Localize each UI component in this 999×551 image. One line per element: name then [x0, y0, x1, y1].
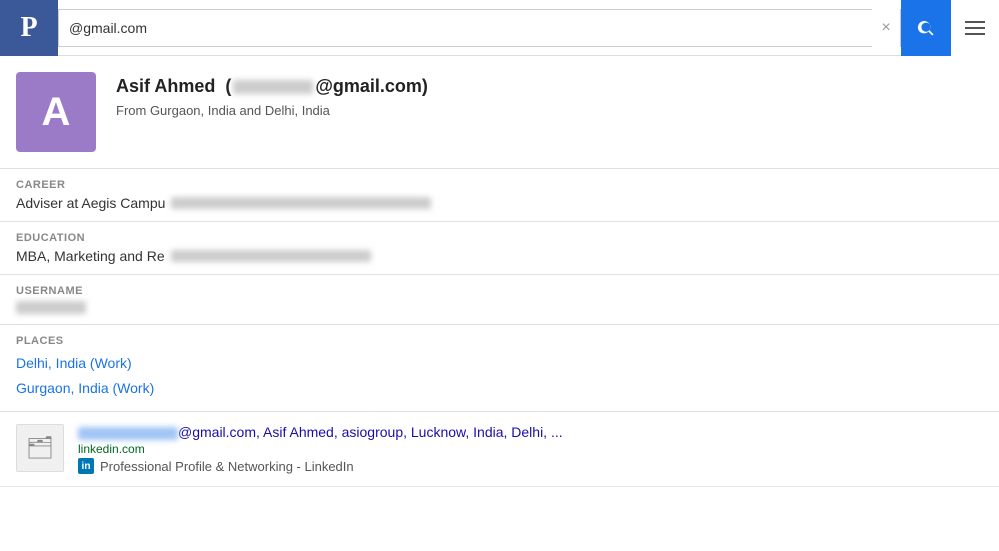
profile-info: Asif Ahmed (@gmail.com) From Gurgaon, In… — [116, 72, 983, 118]
career-blurred — [171, 197, 431, 209]
profile-section: A Asif Ahmed (@gmail.com) From Gurgaon, … — [0, 56, 999, 169]
education-value: MBA, Marketing and Re — [16, 248, 983, 264]
career-section: CAREER Adviser at Aegis Campu — [0, 169, 999, 222]
result-title[interactable]: @gmail.com, Asif Ahmed, asiogroup, Luckn… — [78, 424, 983, 440]
briefcase-icon: 🗂 — [26, 435, 54, 461]
clear-button[interactable]: × — [872, 9, 900, 47]
logo: P — [0, 0, 58, 56]
linkedin-logo: in — [78, 458, 94, 474]
logo-letter: P — [20, 12, 37, 44]
education-blurred — [171, 250, 371, 262]
result-email-blurred — [78, 427, 178, 440]
result-meta: in Professional Profile & Networking - L… — [78, 458, 983, 474]
education-label: EDUCATION — [16, 232, 983, 244]
result-section: 🗂 @gmail.com, Asif Ahmed, asiogroup, Luc… — [0, 412, 999, 487]
username-section: USERNAME — [0, 275, 999, 325]
profile-location: From Gurgaon, India and Delhi, India — [116, 103, 983, 118]
result-icon-box: 🗂 — [16, 424, 64, 472]
career-value: Adviser at Aegis Campu — [16, 195, 983, 211]
places-section: PLACES Delhi, India (Work) Gurgaon, Indi… — [0, 325, 999, 412]
menu-icon-line2 — [965, 27, 985, 29]
main-content: A Asif Ahmed (@gmail.com) From Gurgaon, … — [0, 56, 999, 487]
avatar-letter: A — [42, 90, 71, 135]
result-content: @gmail.com, Asif Ahmed, asiogroup, Luckn… — [78, 424, 983, 474]
profile-name-text: Asif Ahmed — [116, 76, 215, 96]
profile-email-blurred — [233, 80, 313, 94]
result-email-suffix: @gmail.com — [178, 424, 256, 440]
place2-link[interactable]: Gurgaon, India (Work) — [16, 376, 983, 401]
header: P × — [0, 0, 999, 56]
education-section: EDUCATION MBA, Marketing and Re — [0, 222, 999, 275]
search-button[interactable] — [901, 0, 951, 56]
profile-name: Asif Ahmed (@gmail.com) — [116, 76, 983, 97]
place1-link[interactable]: Delhi, India (Work) — [16, 351, 983, 376]
places-label: PLACES — [16, 335, 983, 347]
menu-button[interactable] — [951, 0, 999, 56]
profile-email-suffix: @gmail.com) — [315, 76, 428, 96]
username-blurred — [16, 301, 86, 314]
menu-icon-line3 — [965, 33, 985, 35]
username-value — [16, 301, 983, 314]
menu-icon-line1 — [965, 21, 985, 23]
linkedin-badge: in — [78, 458, 94, 474]
avatar: A — [16, 72, 96, 152]
education-value-text: MBA, Marketing and Re — [16, 248, 165, 264]
search-wrapper: × — [58, 9, 901, 47]
result-title-rest: , Asif Ahmed, asiogroup, Lucknow, India,… — [256, 424, 563, 440]
profile-email-blur-span: (@gmail.com) — [220, 76, 428, 96]
search-icon — [916, 18, 936, 38]
search-input[interactable] — [59, 10, 872, 46]
result-description: Professional Profile & Networking - Link… — [100, 459, 354, 474]
career-value-text: Adviser at Aegis Campu — [16, 195, 165, 211]
career-label: CAREER — [16, 179, 983, 191]
username-label: USERNAME — [16, 285, 983, 297]
result-site: linkedin.com — [78, 442, 983, 456]
